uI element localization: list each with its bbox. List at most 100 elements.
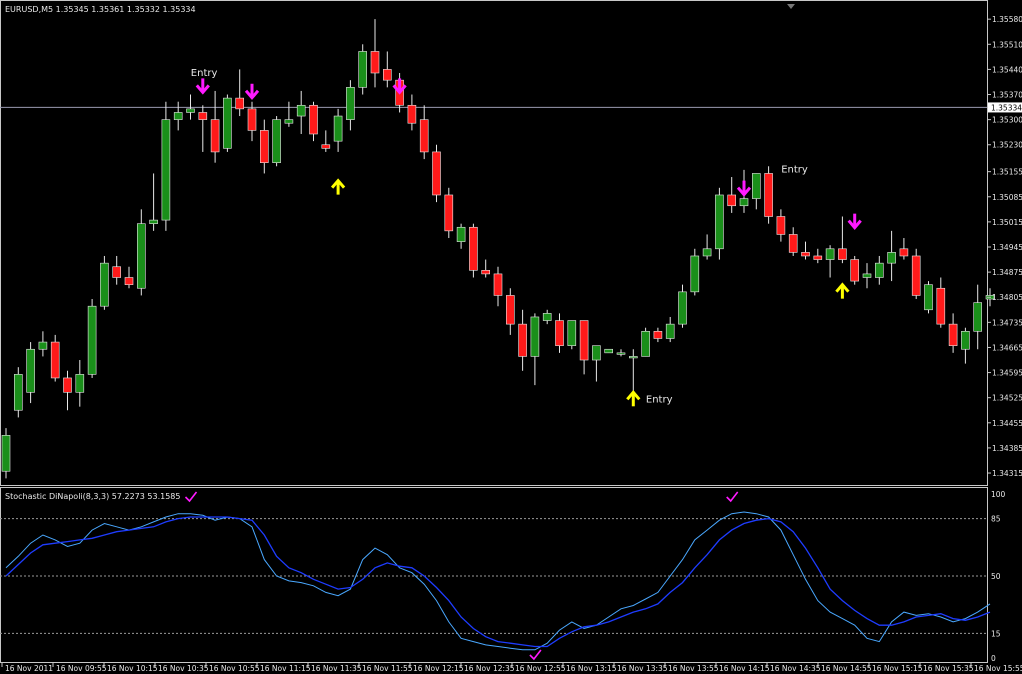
entry-label: Entry <box>781 165 808 176</box>
bullish-candle <box>961 331 970 350</box>
bearish-candle <box>235 97 244 110</box>
main-chart-title: EURUSD,M5 1.35345 1.35361 1.35332 1.3533… <box>5 5 196 14</box>
stoch-tick-label: 0 <box>991 654 996 663</box>
bullish-candle <box>38 341 48 350</box>
bullish-candle <box>604 348 614 354</box>
bullish-candle <box>100 262 109 307</box>
bullish-candle <box>137 223 146 289</box>
bearish-candle <box>764 173 773 217</box>
bearish-candle <box>419 119 429 153</box>
current-price-label: 1.35334 <box>991 103 1022 112</box>
price-tick-label: 1.35510 <box>992 40 1022 49</box>
bullish-candle <box>751 173 761 199</box>
time-tick-label: 16 Nov 15:55 <box>974 664 1022 673</box>
bullish-candle <box>530 316 540 357</box>
bearish-candle <box>518 323 527 357</box>
price-tick-label: 1.34945 <box>992 243 1022 252</box>
stoch-tick-label: 50 <box>991 572 1001 581</box>
bullish-candle <box>358 51 368 88</box>
bearish-candle <box>555 320 564 346</box>
bearish-candle <box>776 216 786 235</box>
bearish-candle <box>247 108 257 131</box>
bearish-candle <box>382 69 392 81</box>
chart-background <box>0 0 1022 674</box>
bearish-candle <box>63 377 72 393</box>
bullish-candle <box>702 248 712 257</box>
bearish-candle <box>112 266 121 278</box>
price-tick-label: 1.35580 <box>992 15 1022 24</box>
bearish-candle <box>948 323 958 346</box>
bullish-candle <box>456 226 466 242</box>
indicator-title: Stochastic DiNapoli(8,3,3) 57.2273 53.15… <box>5 492 181 501</box>
entry-label: Entry <box>646 394 673 405</box>
bearish-candle <box>788 234 798 253</box>
price-tick-label: 1.34805 <box>992 293 1022 302</box>
price-tick-label: 1.35370 <box>992 91 1022 100</box>
bearish-candle <box>444 194 454 232</box>
bearish-candle <box>801 252 810 257</box>
time-tick-label: 16 Nov 14:15 <box>719 664 770 673</box>
bearish-candle <box>899 248 909 257</box>
bullish-candle <box>616 352 626 355</box>
bullish-candle <box>1 435 11 472</box>
bullish-candle <box>186 108 195 113</box>
bullish-candle <box>542 313 552 321</box>
time-tick-label: 16 Nov 13:55 <box>668 664 719 673</box>
time-tick-label: 16 Nov 10:35 <box>158 664 209 673</box>
price-tick-label: 1.35230 <box>992 141 1022 150</box>
bullish-candle <box>333 115 343 142</box>
bullish-candle <box>690 255 700 293</box>
time-tick-label: 16 Nov 12:55 <box>515 664 566 673</box>
time-tick-label: 16 Nov 15:35 <box>923 664 974 673</box>
price-tick-label: 1.34525 <box>992 394 1022 403</box>
bullish-candle <box>223 97 232 149</box>
bullish-candle <box>874 262 884 278</box>
bullish-candle <box>284 119 294 124</box>
bullish-candle <box>665 323 675 339</box>
price-tick-label: 1.35085 <box>992 193 1022 202</box>
bearish-candle <box>407 104 417 124</box>
bearish-candle <box>321 144 331 149</box>
bullish-candle <box>567 320 577 346</box>
bullish-candle <box>161 119 171 221</box>
price-tick-label: 1.34735 <box>992 318 1022 327</box>
bearish-candle <box>911 255 921 296</box>
bullish-candle <box>173 112 183 120</box>
bullish-candle <box>272 119 281 163</box>
bearish-candle <box>124 277 134 285</box>
bullish-candle <box>296 104 306 117</box>
bearish-candle <box>850 259 860 282</box>
time-tick-label: 16 Nov 12:15 <box>413 664 464 673</box>
price-tick-label: 1.34875 <box>992 268 1022 277</box>
price-tick-label: 1.34455 <box>992 419 1022 428</box>
bullish-candle <box>592 345 601 361</box>
bearish-candle <box>727 194 737 207</box>
mt4-chart-window: Entry Entry Entry 1.35580 1.35510 1.35440 1.3… <box>0 0 1022 674</box>
stoch-tick-label: 85 <box>991 515 1001 524</box>
time-tick-label: 16 Nov 14:55 <box>821 664 872 673</box>
bullish-candle <box>628 356 638 359</box>
bearish-candle <box>505 295 515 325</box>
bullish-candle <box>641 331 650 357</box>
time-tick-label: 16 Nov 13:15 <box>566 664 617 673</box>
stoch-tick-label: 100 <box>991 490 1006 499</box>
bullish-candle <box>825 248 835 260</box>
entry-label: Entry <box>191 68 218 79</box>
bullish-candle <box>739 198 749 207</box>
bearish-candle <box>936 287 946 325</box>
time-tick-label: 16 Nov 09:55 <box>56 664 107 673</box>
price-tick-label: 1.35440 <box>992 65 1022 74</box>
time-axis: 16 Nov 2011 16 Nov 09:55 16 Nov 10:15 16 No… <box>1 663 1022 673</box>
bearish-candle <box>813 255 823 260</box>
bearish-candle <box>198 112 208 120</box>
price-tick-label: 1.35015 <box>992 218 1022 227</box>
stoch-tick-label: 15 <box>991 629 1001 638</box>
bullish-candle <box>715 194 724 250</box>
bullish-candle <box>149 219 158 224</box>
price-tick-label: 1.34595 <box>992 369 1022 378</box>
bullish-candle <box>14 374 23 411</box>
bullish-candle <box>26 348 35 393</box>
bullish-candle <box>678 291 687 325</box>
time-tick-label: 16 Nov 14:35 <box>770 664 821 673</box>
bearish-candle <box>50 341 60 379</box>
